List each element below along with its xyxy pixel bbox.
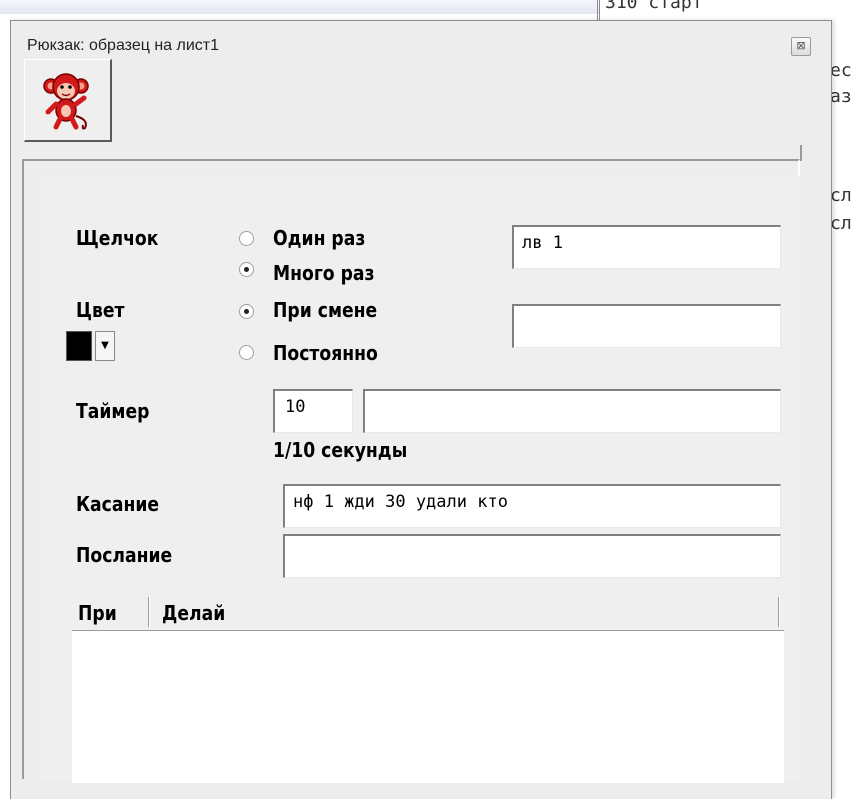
background-top-text: 310 старт	[605, 0, 703, 13]
turtle-shape-button[interactable]	[24, 59, 112, 142]
touch-command-field[interactable]: нф 1 жди 30 удали кто	[283, 484, 781, 528]
radio-on-change-label[interactable]: При смене	[273, 298, 377, 322]
radio-many-label[interactable]: Много раз	[273, 261, 375, 285]
radio-once-label[interactable]: Один раз	[273, 226, 365, 250]
background-line: ес	[830, 60, 852, 81]
background-line: сл	[830, 213, 852, 234]
message-label: Послание	[76, 543, 173, 567]
radio-many[interactable]	[239, 262, 254, 277]
timer-value-field[interactable]: 10	[273, 389, 353, 433]
timer-label: Таймер	[76, 399, 150, 423]
chevron-down-icon: ▼	[101, 340, 109, 351]
color-dropdown-button[interactable]: ▼	[95, 331, 115, 361]
column-divider[interactable]	[148, 597, 150, 627]
column-header-when[interactable]: При	[78, 601, 117, 625]
timer-unit-label: 1/10 секунды	[273, 438, 408, 462]
radio-always[interactable]	[239, 345, 254, 360]
monkey-icon	[43, 73, 89, 130]
close-icon: ⊠	[796, 39, 806, 52]
table-header: При Делай	[72, 593, 784, 631]
click-command-field[interactable]: лв 1	[512, 225, 781, 269]
close-button[interactable]: ⊠	[791, 37, 811, 56]
column-divider[interactable]	[778, 597, 780, 627]
action-table[interactable]: При Делай	[72, 593, 784, 783]
color-swatch[interactable]	[66, 331, 92, 361]
radio-once[interactable]	[239, 231, 254, 246]
radio-on-change[interactable]	[239, 304, 254, 319]
color-command-field[interactable]	[512, 304, 781, 348]
background-toolbar	[0, 0, 600, 14]
background-line: аз	[830, 86, 852, 107]
title-bar[interactable]: Рюкзак: образец на лист1 ⊠	[11, 21, 831, 67]
touch-label: Касание	[76, 492, 160, 516]
click-label: Щелчок	[76, 226, 159, 250]
color-label: Цвет	[76, 298, 125, 322]
timer-command-field[interactable]	[363, 389, 781, 433]
dialog-title: Рюкзак: образец на лист1	[27, 37, 219, 54]
message-command-field[interactable]	[283, 534, 781, 578]
background-line: сл	[830, 185, 852, 206]
column-header-do[interactable]: Делай	[162, 601, 225, 625]
radio-always-label[interactable]: Постоянно	[273, 341, 378, 365]
